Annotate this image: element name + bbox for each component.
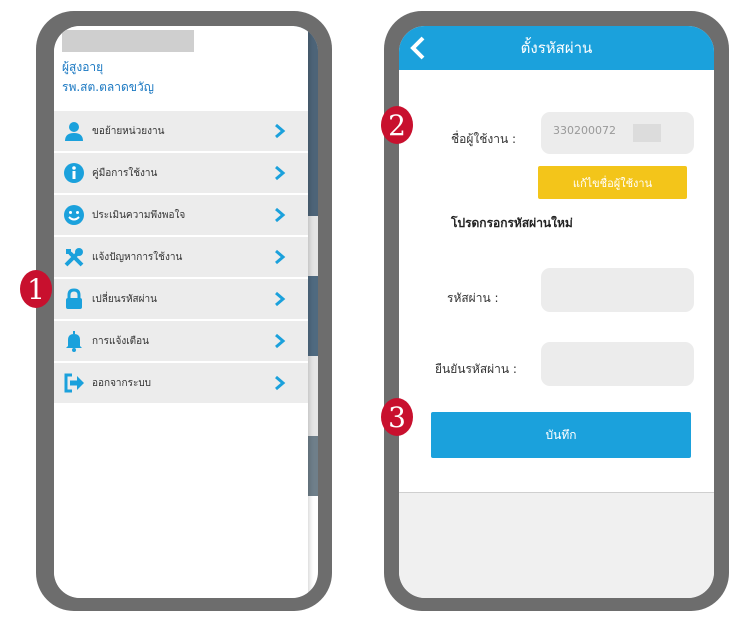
section-title: โปรดกรอกรหัสผ่านใหม่	[451, 216, 573, 230]
step-badge-3: 3	[381, 398, 413, 436]
unit-name: รพ.สต.ตลาดขวัญ	[62, 80, 154, 94]
password-input[interactable]	[541, 268, 694, 312]
chevron-right-icon	[275, 333, 286, 349]
side-drawer: ผู้สูงอายุ รพ.สต.ตลาดขวัญ ขอย้ายหน่วยงาน…	[54, 26, 308, 598]
menu-item-satisfaction-survey[interactable]: ประเมินความพึงพอใจ	[54, 195, 308, 235]
chevron-right-icon	[275, 123, 286, 139]
lock-icon	[63, 288, 85, 310]
logout-icon	[63, 372, 85, 394]
user-role: ผู้สูงอายุ	[62, 60, 104, 74]
chevron-right-icon	[275, 165, 286, 181]
menu-label: แจ้งปัญหาการใช้งาน	[92, 251, 183, 263]
menu-label: เปลี่ยนรหัสผ่าน	[92, 293, 157, 305]
side-menu-screen: ผู้สูงอายุ รพ.สต.ตลาดขวัญ ขอย้ายหน่วยงาน…	[54, 26, 318, 598]
chevron-right-icon	[275, 375, 286, 391]
menu-item-notifications[interactable]: การแจ้งเตือน	[54, 321, 308, 361]
redacted-username-suffix	[633, 124, 661, 142]
tools-icon	[63, 246, 85, 268]
set-password-screen: ตั้งรหัสผ่าน ชื่อผู้ใช้งาน : 330200072 แ…	[399, 26, 714, 598]
edit-username-button[interactable]: แก้ไขชื่อผู้ใช้งาน	[538, 166, 687, 199]
page-title: ตั้งรหัสผ่าน	[520, 39, 593, 57]
drawer-header: ผู้สูงอายุ รพ.สต.ตลาดขวัญ	[54, 26, 308, 108]
menu-label: คู่มือการใช้งาน	[92, 167, 158, 179]
info-icon	[63, 162, 85, 184]
redacted-name	[62, 30, 194, 52]
menu-item-user-manual[interactable]: คู่มือการใช้งาน	[54, 153, 308, 193]
footer-area	[399, 493, 714, 598]
menu-label: ออกจากระบบ	[92, 377, 152, 389]
menu-label: การแจ้งเตือน	[92, 335, 149, 347]
smiley-icon	[63, 204, 85, 226]
menu-item-change-password[interactable]: เปลี่ยนรหัสผ่าน	[54, 279, 308, 319]
username-label: ชื่อผู้ใช้งาน :	[451, 132, 517, 146]
menu-item-report-problem[interactable]: แจ้งปัญหาการใช้งาน	[54, 237, 308, 277]
username-field[interactable]: 330200072	[541, 112, 694, 154]
step-badge-1: 1	[20, 270, 52, 308]
side-menu: ขอย้ายหน่วยงาน คู่มือการใช้งาน ประเมินคว…	[54, 111, 308, 405]
username-value: 330200072	[553, 124, 616, 137]
menu-item-logout[interactable]: ออกจากระบบ	[54, 363, 308, 403]
chevron-right-icon	[275, 249, 286, 265]
user-icon	[63, 120, 85, 142]
menu-label: ประเมินความพึงพอใจ	[92, 209, 186, 221]
chevron-right-icon	[275, 207, 286, 223]
left-phone-frame: ผู้สูงอายุ รพ.สต.ตลาดขวัญ ขอย้ายหน่วยงาน…	[36, 11, 332, 611]
chevron-right-icon	[275, 291, 286, 307]
confirm-password-input[interactable]	[541, 342, 694, 386]
step-badge-2: 2	[381, 106, 413, 144]
bell-icon	[63, 330, 85, 352]
confirm-password-label: ยืนยันรหัสผ่าน :	[435, 362, 517, 376]
menu-label: ขอย้ายหน่วยงาน	[92, 125, 165, 137]
top-app-bar: ตั้งรหัสผ่าน	[399, 26, 714, 70]
password-label: รหัสผ่าน :	[447, 291, 499, 305]
right-phone-frame: ตั้งรหัสผ่าน ชื่อผู้ใช้งาน : 330200072 แ…	[384, 11, 729, 611]
menu-item-transfer-unit[interactable]: ขอย้ายหน่วยงาน	[54, 111, 308, 151]
save-button[interactable]: บันทึก	[431, 412, 691, 458]
